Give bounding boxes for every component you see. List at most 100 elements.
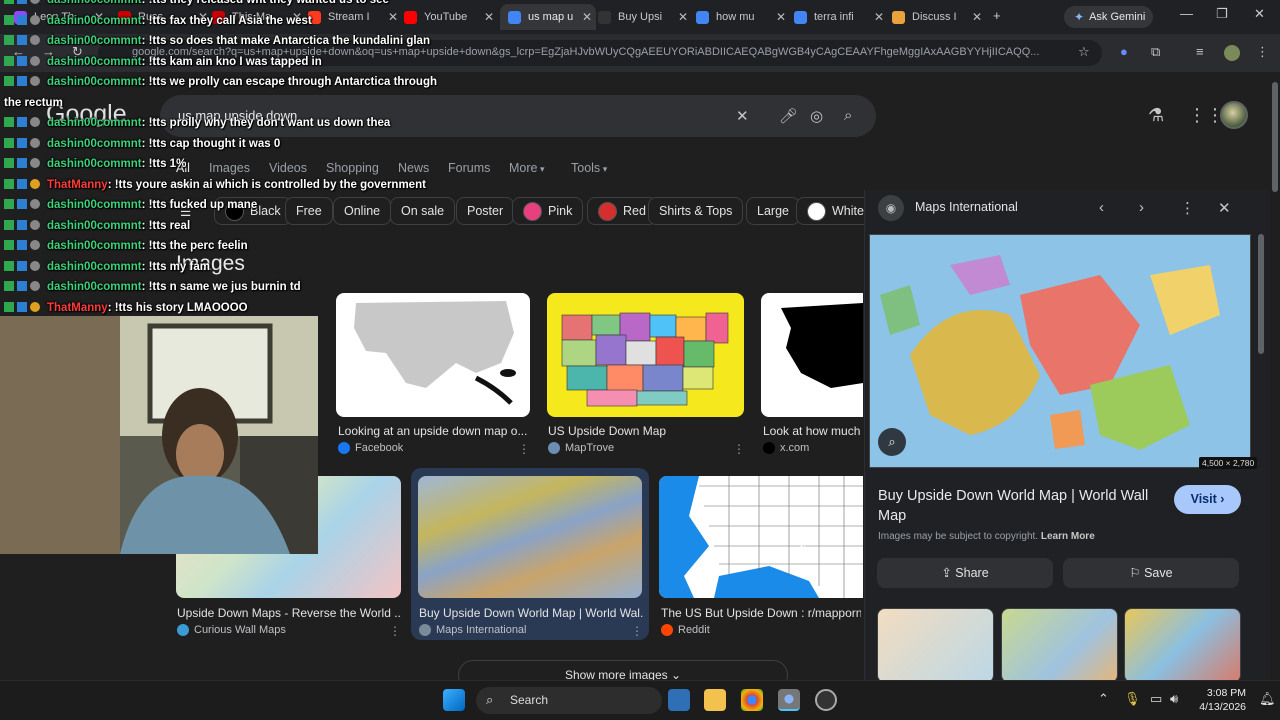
close-panel-icon[interactable]: ✕ bbox=[1218, 199, 1231, 217]
labs-flask-icon[interactable]: ⚗ bbox=[1148, 105, 1164, 126]
network-icon[interactable]: ▭ bbox=[1150, 691, 1162, 707]
start-icon[interactable] bbox=[443, 689, 465, 711]
tray-chevron-icon[interactable]: ⌃ bbox=[1098, 691, 1109, 707]
nav-tab[interactable]: Shopping bbox=[326, 161, 379, 175]
result-thumb-5[interactable] bbox=[418, 476, 642, 598]
result-thumb-1[interactable] bbox=[336, 293, 530, 417]
browser-tab[interactable]: terra infi ✕ bbox=[794, 6, 888, 28]
microphone-icon[interactable]: 🎙︎ bbox=[1124, 691, 1141, 707]
lens-icon[interactable]: ◎ bbox=[810, 107, 823, 125]
filter-chip[interactable]: Shirts & Tops bbox=[648, 197, 744, 225]
result-thumb-2[interactable] bbox=[547, 293, 744, 417]
browser-tab[interactable]: YouTube ✕ bbox=[404, 6, 498, 28]
search-icon[interactable]: ⌕ bbox=[844, 107, 852, 124]
result-source[interactable]: Curious Wall Maps bbox=[177, 624, 286, 636]
result-thumb-6[interactable] bbox=[659, 476, 863, 598]
tab-close-icon[interactable]: ✕ bbox=[972, 10, 982, 24]
media-control-icon[interactable]: ≡ bbox=[1196, 44, 1204, 59]
tab-close-icon[interactable]: ✕ bbox=[388, 10, 398, 24]
taskbar-search[interactable]: Search bbox=[476, 687, 662, 714]
filter-chip[interactable]: Poster bbox=[456, 197, 515, 225]
filter-chip[interactable]: Red bbox=[587, 197, 657, 225]
extensions-puzzle-icon[interactable]: ⧉ bbox=[1151, 44, 1160, 60]
bookmark-star-icon[interactable]: ☆ bbox=[1078, 44, 1090, 60]
browser-tab[interactable]: how mu ✕ bbox=[696, 6, 790, 28]
visit-button[interactable]: Visit › bbox=[1174, 485, 1241, 514]
nav-tab[interactable]: Videos bbox=[269, 161, 307, 175]
page-scrollbar[interactable] bbox=[1270, 72, 1280, 680]
chat-username: dashin00commnt bbox=[47, 240, 142, 252]
search-input[interactable]: us map upside down ✕ 🎤︎ ◎ ⌕ bbox=[160, 95, 876, 137]
nav-tab[interactable]: Forums bbox=[448, 161, 490, 175]
result-source[interactable]: Maps International bbox=[419, 624, 527, 636]
result-title[interactable]: Buy Upside Down World Map | World Wal... bbox=[419, 606, 644, 620]
result-title[interactable]: The US But Upside Down : r/mapporncii bbox=[661, 606, 861, 620]
system-clock[interactable]: 3:08 PM 4/13/2026 bbox=[1196, 686, 1246, 714]
browser-tab[interactable]: Stream I ✕ bbox=[308, 6, 402, 28]
browser-tab[interactable]: Discuss I ✕ bbox=[892, 6, 986, 28]
learn-more-link[interactable]: Learn More bbox=[1041, 531, 1095, 542]
filter-chip[interactable]: Free bbox=[285, 197, 333, 225]
tab-close-icon[interactable]: ✕ bbox=[874, 10, 884, 24]
voice-search-icon[interactable]: 🎤︎ bbox=[779, 107, 798, 125]
panel-title[interactable]: Buy Upside Down World Map | World Wall M… bbox=[878, 486, 1168, 526]
nav-tab[interactable]: More ▾ bbox=[509, 161, 545, 175]
result-menu-icon[interactable]: ⋮ bbox=[518, 442, 530, 456]
panel-scrollbar[interactable] bbox=[1258, 234, 1264, 354]
result-source[interactable]: Facebook bbox=[338, 442, 403, 454]
result-menu-icon[interactable]: ⋮ bbox=[631, 624, 643, 638]
profile-avatar[interactable] bbox=[1224, 45, 1240, 61]
volume-icon[interactable]: 🔊︎ bbox=[1170, 691, 1178, 707]
filter-chip[interactable]: Online bbox=[333, 197, 392, 225]
new-tab-button[interactable]: + bbox=[993, 8, 1001, 23]
result-menu-icon[interactable]: ⋮ bbox=[389, 624, 401, 638]
next-image-icon[interactable]: › bbox=[1139, 199, 1144, 216]
panel-source[interactable]: Maps International bbox=[915, 200, 1018, 214]
filter-chip[interactable]: Large bbox=[746, 197, 800, 225]
nav-tab[interactable]: Images bbox=[209, 161, 250, 175]
result-source[interactable]: Reddit bbox=[661, 624, 710, 636]
result-thumb-3[interactable] bbox=[761, 293, 863, 417]
result-menu-icon[interactable]: ⋮ bbox=[733, 442, 745, 456]
share-button[interactable]: ⇪ Share bbox=[877, 558, 1053, 588]
maximize-icon[interactable]: ❐ bbox=[1216, 6, 1228, 22]
tab-close-icon[interactable]: ✕ bbox=[484, 10, 494, 24]
result-title[interactable]: Look at how much a bbox=[763, 424, 870, 438]
result-title[interactable]: Upside Down Maps - Reverse the World ... bbox=[177, 606, 402, 620]
related-image-1[interactable] bbox=[877, 608, 994, 683]
browser-tab[interactable]: Buy Upsi ✕ bbox=[598, 6, 692, 28]
visual-search-icon[interactable]: ⌕ bbox=[878, 428, 906, 456]
extension-icon[interactable]: ● bbox=[1120, 44, 1128, 59]
preview-image[interactable] bbox=[869, 234, 1251, 468]
ask-gemini-button[interactable]: ✦ Ask Gemini bbox=[1064, 6, 1153, 28]
nav-tab[interactable]: Tools ▾ bbox=[571, 161, 607, 175]
clear-icon[interactable]: ✕ bbox=[736, 107, 749, 125]
filter-chip[interactable]: Pink bbox=[512, 197, 584, 225]
notifications-icon[interactable]: 🔔︎ bbox=[1259, 691, 1276, 707]
browser-tab[interactable]: us map u ✕ bbox=[500, 4, 596, 30]
scrollbar-thumb[interactable] bbox=[1272, 82, 1278, 192]
related-image-2[interactable] bbox=[1001, 608, 1118, 683]
chrome-menu-icon[interactable]: ⋮ bbox=[1256, 44, 1269, 60]
result-source[interactable]: x.com bbox=[763, 442, 809, 454]
save-button[interactable]: ⚐ Save bbox=[1063, 558, 1239, 588]
nav-tab[interactable]: News bbox=[398, 161, 429, 175]
account-avatar[interactable] bbox=[1220, 101, 1248, 129]
related-image-3[interactable] bbox=[1124, 608, 1241, 683]
obs-icon[interactable] bbox=[815, 689, 837, 711]
result-title[interactable]: US Upside Down Map bbox=[548, 424, 666, 438]
close-window-icon[interactable]: ✕ bbox=[1254, 6, 1265, 22]
tab-close-icon[interactable]: ✕ bbox=[776, 10, 786, 24]
filter-chip[interactable]: On sale bbox=[390, 197, 456, 225]
tab-close-icon[interactable]: ✕ bbox=[678, 10, 688, 24]
result-title[interactable]: Looking at an upside down map o... bbox=[338, 424, 527, 438]
minimize-icon[interactable]: — bbox=[1180, 6, 1193, 21]
more-options-icon[interactable]: ⋮ bbox=[1180, 199, 1195, 217]
chrome-taskbar-icon[interactable] bbox=[741, 689, 763, 711]
tab-close-icon[interactable]: ✕ bbox=[582, 10, 592, 24]
result-source[interactable]: MapTrove bbox=[548, 442, 614, 454]
file-explorer-icon[interactable] bbox=[704, 689, 726, 711]
store-icon[interactable] bbox=[668, 689, 690, 711]
chrome-active-taskbar-icon[interactable] bbox=[778, 689, 800, 711]
prev-image-icon[interactable]: ‹ bbox=[1099, 199, 1104, 216]
